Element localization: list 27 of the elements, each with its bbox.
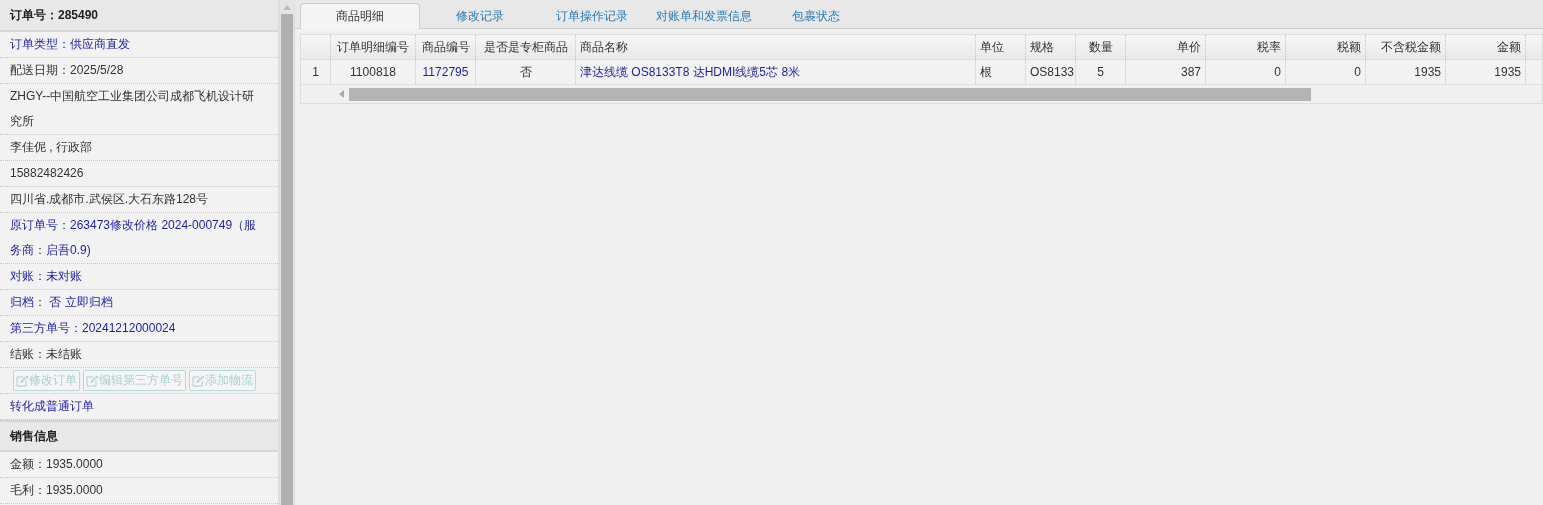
tab[interactable]: 包裹状态 xyxy=(760,4,872,28)
sales-info-text: 毛利：1935.0000 xyxy=(0,478,278,504)
order-info-text[interactable]: 订单类型：供应商直发 xyxy=(0,32,278,58)
tab[interactable]: 修改记录 xyxy=(424,4,536,28)
edit-icon xyxy=(192,374,204,387)
order-info-text: 15882482426 xyxy=(0,161,278,187)
order-info-text: 结账：未结账 xyxy=(0,342,278,368)
order-info-text: 四川省.成都市.武侯区.大石东路128号 xyxy=(0,187,278,213)
tab[interactable]: 订单操作记录 xyxy=(536,4,648,28)
sales-info-heading: 销售信息 xyxy=(0,420,278,452)
edit-icon xyxy=(16,374,28,387)
tab[interactable]: 对账单和发票信息 xyxy=(648,4,760,28)
order-info-text[interactable]: 原订单号：263473修改价格 2024-000749（服务商：启吾0.9) xyxy=(0,213,278,264)
order-info-text: 配送日期：2025/5/28 xyxy=(0,58,278,84)
order-info-text: ZHGY--中国航空工业集团公司成都飞机设计研究所 xyxy=(0,84,278,135)
scroll-left-icon[interactable] xyxy=(339,90,344,98)
tab[interactable]: 商品明细 xyxy=(300,3,420,29)
order-info-text[interactable]: 归档： 否 立即归档 xyxy=(0,290,278,316)
order-info-text[interactable]: 第三方单号：20241212000024 xyxy=(0,316,278,342)
horizontal-scrollbar[interactable] xyxy=(301,84,1542,103)
order-info-text: 李佳伲 , 行政部 xyxy=(0,135,278,161)
order-info-text[interactable]: 对账：未对账 xyxy=(0,264,278,290)
vertical-scrollbar[interactable] xyxy=(279,0,294,505)
sales-info-text: 金额：1935.0000 xyxy=(0,452,278,478)
order-number-heading: 订单号：285490 xyxy=(0,0,278,32)
edit-icon xyxy=(86,374,98,387)
scroll-up-icon[interactable] xyxy=(283,5,291,10)
